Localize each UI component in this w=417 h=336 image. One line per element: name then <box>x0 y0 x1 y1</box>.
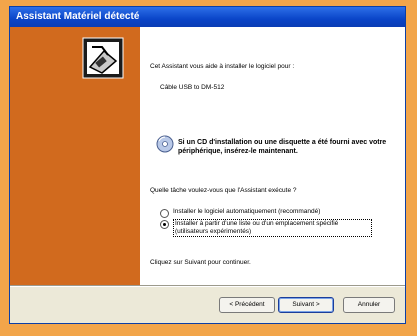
back-button[interactable]: < Précédent <box>219 297 275 313</box>
cd-icon <box>156 135 174 153</box>
continue-instruction: Cliquez sur Suivant pour continuer. <box>150 259 251 266</box>
radio-auto[interactable] <box>160 209 169 218</box>
wizard-side-panel <box>10 27 140 285</box>
hardware-wizard-icon <box>82 37 124 79</box>
radio-from-list[interactable] <box>160 220 169 229</box>
option-auto-label: Installer le logiciel automatiquement (r… <box>173 208 321 215</box>
option-install-from-list[interactable]: Installer à partir d'une liste ou d'un e… <box>160 219 372 237</box>
wizard-content: Cet Assistant vous aide à installer le l… <box>140 27 405 285</box>
option-list-label: Installer à partir d'une liste ou d'un e… <box>173 219 372 237</box>
task-question: Quelle tâche voulez-vous que l'Assistant… <box>150 187 297 194</box>
window-title: Assistant Matériel détecté <box>10 7 405 27</box>
device-name: Câble USB to DM-512 <box>160 84 225 91</box>
insert-cd-message: Si un CD d'installation ou une disquette… <box>178 139 387 155</box>
button-separator <box>10 285 405 287</box>
intro-text: Cet Assistant vous aide à installer le l… <box>150 63 295 70</box>
next-button[interactable]: Suivant > <box>278 297 334 313</box>
cancel-button[interactable]: Annuler <box>343 297 395 313</box>
option-install-automatically[interactable]: Installer le logiciel automatiquement (r… <box>160 208 320 218</box>
wizard-window: Assistant Matériel détecté Cet Assistant… <box>9 6 406 324</box>
